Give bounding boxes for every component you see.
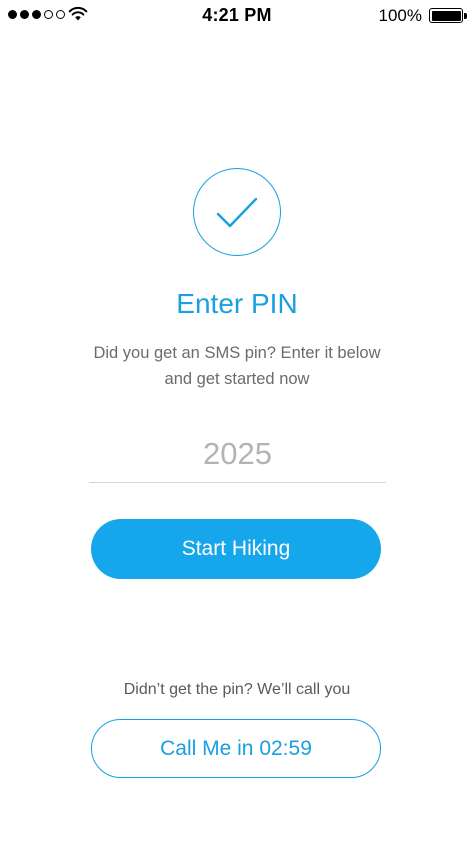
status-bar: 4:21 PM 100% bbox=[0, 0, 474, 32]
call-me-button[interactable]: Call Me in 02:59 bbox=[91, 719, 381, 778]
instructions-line-1: Did you get an SMS pin? Enter it below bbox=[93, 344, 381, 362]
battery-percent: 100% bbox=[378, 6, 422, 25]
check-circle bbox=[193, 168, 281, 256]
instructions-line-2: and get started now bbox=[164, 370, 310, 388]
start-hiking-button[interactable]: Start Hiking bbox=[91, 519, 381, 579]
battery-icon bbox=[429, 8, 467, 23]
pin-input[interactable] bbox=[89, 426, 386, 483]
check-icon bbox=[216, 197, 258, 228]
call-hint-text: Didn’t get the pin? We’ll call you bbox=[123, 681, 351, 698]
page-title: Enter PIN bbox=[176, 288, 298, 319]
instructions-text: Did you get an SMS pin? Enter it below a… bbox=[60, 340, 414, 392]
